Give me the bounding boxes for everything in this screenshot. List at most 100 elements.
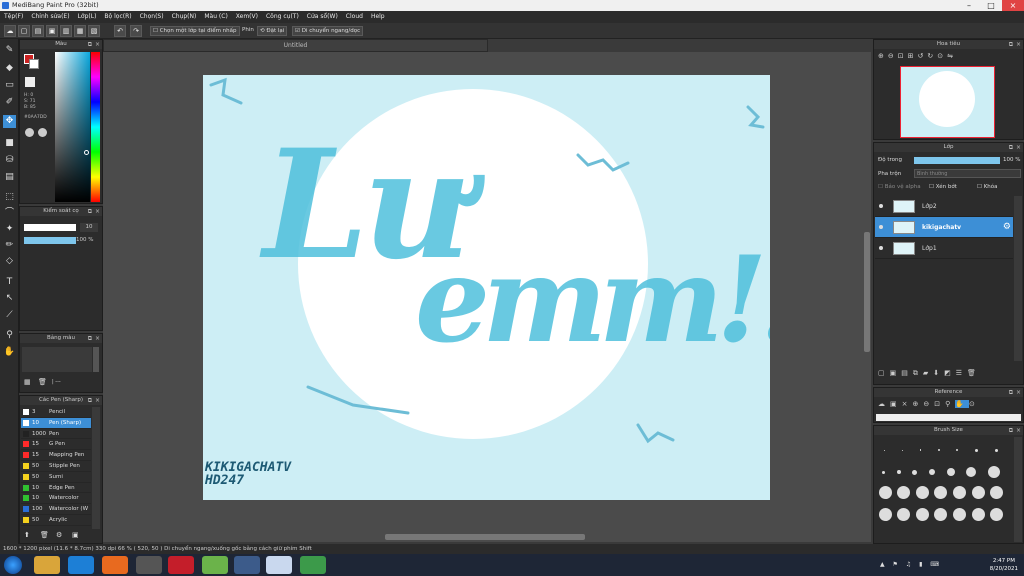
- background-color-swatch[interactable]: [29, 59, 39, 69]
- fit-icon[interactable]: ⊡: [934, 400, 945, 408]
- brush-size-value[interactable]: 10: [80, 223, 98, 232]
- divide-icon[interactable]: ⟋: [3, 309, 16, 322]
- file-explorer-icon[interactable]: [34, 556, 60, 574]
- clock[interactable]: 2:47 PM 8/20/2021: [990, 557, 1018, 573]
- opera-icon[interactable]: [168, 556, 194, 574]
- panel-close-icon[interactable]: ×: [95, 40, 100, 49]
- lock-checkbox[interactable]: ☐ Khóa: [977, 184, 998, 190]
- rotate-right-icon[interactable]: ↻: [927, 52, 937, 60]
- size-dot[interactable]: [988, 466, 1001, 478]
- panel-close-icon[interactable]: ×: [95, 334, 100, 343]
- new-file-icon[interactable]: ▢: [18, 25, 30, 37]
- vertical-scrollbar[interactable]: [864, 232, 870, 352]
- size-dot[interactable]: [934, 507, 948, 521]
- size-dot[interactable]: [897, 507, 911, 521]
- brush-item[interactable]: 15 G Pen: [21, 439, 91, 451]
- brush-item[interactable]: 50 Stipple Pen: [21, 461, 91, 472]
- brush-item[interactable]: 3 Pencil: [21, 407, 91, 418]
- folder-icon[interactable]: ▰: [923, 369, 933, 377]
- dotted-pen-icon[interactable]: ✐: [3, 96, 16, 109]
- navigator-preview[interactable]: [900, 66, 995, 138]
- magic-wand-icon[interactable]: ✦: [3, 223, 16, 236]
- size-dot[interactable]: [915, 485, 929, 499]
- size-dot[interactable]: [990, 507, 1004, 521]
- save-icon[interactable]: ▣: [46, 25, 58, 37]
- menu-layer[interactable]: Lớp(L): [74, 11, 101, 23]
- layer-row[interactable]: Lớp2: [875, 196, 1013, 217]
- menu-capture[interactable]: Chụp(N): [168, 11, 201, 23]
- panel-float-icon[interactable]: ⧉: [1009, 143, 1013, 152]
- size-dot[interactable]: [897, 485, 911, 499]
- brush-item[interactable]: 10 Edge Pen: [21, 483, 91, 494]
- menu-select[interactable]: Chọn(S): [136, 11, 168, 23]
- new-layer-icon[interactable]: ▢: [878, 369, 890, 377]
- transparent-swatch[interactable]: [25, 77, 35, 87]
- reset-icon[interactable]: ⊙: [969, 400, 980, 408]
- clipping-checkbox[interactable]: ☐ Xén bớt: [929, 184, 957, 190]
- zoom-out-icon[interactable]: ⊖: [888, 52, 898, 60]
- media-player-icon[interactable]: [136, 556, 162, 574]
- brush-item[interactable]: 15 Mapping Pen: [21, 450, 91, 461]
- panel-close-icon[interactable]: ×: [1016, 388, 1021, 397]
- blend-mode-select[interactable]: Bình thường: [914, 169, 1021, 178]
- chrome-icon[interactable]: [300, 556, 326, 574]
- cloud-icon[interactable]: ☁: [4, 25, 16, 37]
- zoom-in-icon[interactable]: ⊕: [913, 400, 924, 408]
- page-icon[interactable]: ▦: [74, 25, 86, 37]
- app-icon-green[interactable]: [202, 556, 228, 574]
- menu-color[interactable]: Màu (C): [200, 11, 231, 23]
- size-dot[interactable]: [946, 468, 955, 476]
- menu-filter[interactable]: Bộ lọc(R): [100, 11, 135, 23]
- network-app-icon[interactable]: [234, 556, 260, 574]
- visibility-icon[interactable]: [879, 204, 883, 208]
- internet-explorer-icon[interactable]: [68, 556, 94, 574]
- palette-swatches[interactable]: [22, 347, 92, 372]
- size-dot[interactable]: [937, 449, 940, 451]
- open-icon[interactable]: ▤: [32, 25, 44, 37]
- layer-row[interactable]: Lớp1: [875, 238, 1013, 259]
- menu-help[interactable]: Help: [367, 11, 389, 23]
- fill-shape-icon[interactable]: ■: [3, 137, 16, 150]
- size-dot[interactable]: [975, 448, 979, 452]
- brush-size-scrollbar[interactable]: [1014, 437, 1022, 542]
- panel-float-icon[interactable]: ⧉: [88, 334, 92, 343]
- visibility-icon[interactable]: [879, 246, 883, 250]
- brush-menu-icon[interactable]: ⚙: [56, 531, 62, 539]
- layer-row-selected[interactable]: kikigachatv ⚙: [875, 217, 1013, 238]
- eraser-icon[interactable]: ◆: [3, 62, 16, 75]
- palette-scrollbar[interactable]: [93, 347, 99, 372]
- color-set-icon[interactable]: [38, 128, 47, 137]
- panel-close-icon[interactable]: ×: [95, 207, 100, 216]
- move-icon[interactable]: ✥: [3, 115, 16, 128]
- hue-slider[interactable]: [91, 52, 100, 202]
- minimize-button[interactable]: –: [958, 0, 980, 11]
- text-icon[interactable]: T: [3, 276, 16, 289]
- delete-brush-icon[interactable]: 🗑: [40, 531, 49, 539]
- size-dot[interactable]: [878, 485, 892, 499]
- actual-size-icon[interactable]: ⊞: [908, 52, 918, 60]
- open-image-icon[interactable]: ▣: [890, 400, 902, 408]
- tray-icons[interactable]: ▲ ⚑ ♫ ▮ ⌨: [880, 561, 942, 568]
- visibility-icon[interactable]: [879, 225, 883, 229]
- hand-icon[interactable]: ✋: [3, 346, 16, 359]
- brush-item[interactable]: 50 Acrylic: [21, 515, 91, 526]
- brush-item[interactable]: 100 Watercolor (W: [21, 504, 91, 515]
- close-image-icon[interactable]: ×: [902, 400, 913, 408]
- eyedropper-icon[interactable]: ⚲: [3, 329, 16, 342]
- drawing-paper[interactable]: Lư emm!!!! KIKIGACHATV HD247: [203, 75, 770, 500]
- size-dot[interactable]: [901, 449, 903, 451]
- mask-icon[interactable]: ◩: [944, 369, 956, 377]
- new-8bit-icon[interactable]: ▤: [901, 369, 913, 377]
- close-button[interactable]: ×: [1002, 0, 1024, 11]
- rotate-left-icon[interactable]: ↺: [918, 52, 928, 60]
- add-brush-icon[interactable]: ⬆: [24, 531, 30, 539]
- panel-close-icon[interactable]: ×: [1016, 426, 1021, 435]
- panel-float-icon[interactable]: ⧉: [88, 207, 92, 216]
- move-mode-checkbox[interactable]: ☑ Di chuyển ngang/dọc: [292, 26, 364, 36]
- panel-float-icon[interactable]: ⧉: [88, 40, 92, 49]
- size-dot[interactable]: [912, 469, 918, 475]
- bucket-icon[interactable]: ⛁: [3, 154, 16, 167]
- size-dot[interactable]: [878, 507, 892, 521]
- delete-layer-icon[interactable]: 🗑: [967, 369, 981, 377]
- export-icon[interactable]: ▥: [60, 25, 72, 37]
